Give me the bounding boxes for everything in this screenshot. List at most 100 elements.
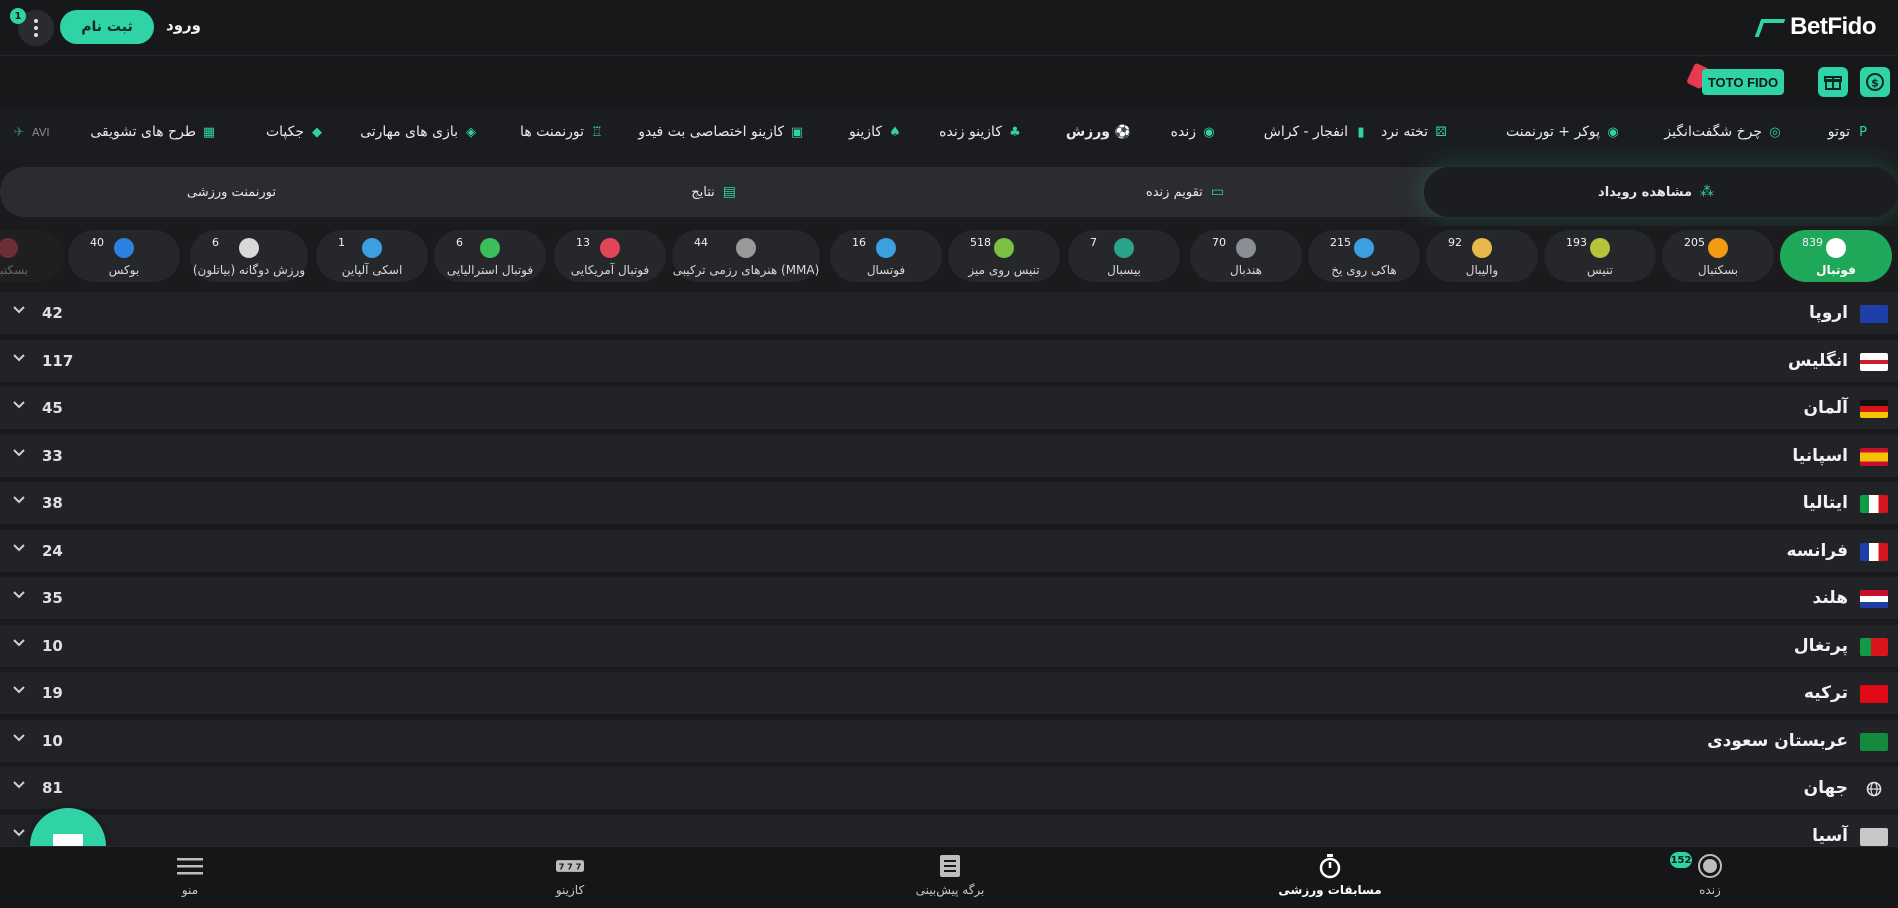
sport-count: 6 [212,236,219,249]
league-row[interactable]: هلند 35 [0,577,1898,622]
chevron-down-icon[interactable] [12,302,26,316]
nav-item-backgammon[interactable]: تخته نرد ⚄ [1381,107,1448,157]
nav-item-toto[interactable]: توتو P [1828,107,1870,157]
league-row[interactable]: جهان 81 [0,767,1898,812]
flag-icon [1860,590,1888,608]
sport-icon [600,238,620,258]
nav-item-label: چرخ شگفت‌انگیز [1664,124,1762,140]
bottom-nav: منو 7 7 7 کازینو برگه پیش‌بینی مسابقات و… [0,846,1898,908]
sport-chip[interactable]: بسکتبال [0,230,64,282]
live-count-badge: 152 [1670,852,1692,868]
dot-icon [34,33,38,37]
chevron-down-icon[interactable] [12,635,26,649]
league-row[interactable]: اروپا 42 [0,292,1898,337]
chevron-down-icon[interactable] [12,777,26,791]
sport-chip[interactable]: 205 بسکتبال [1662,230,1774,282]
sport-chip[interactable]: 839 فوتبال [1780,230,1892,282]
nav-item-promotions[interactable]: طرح های تشویقی ▦ [90,107,216,157]
nav-item-skill-games[interactable]: بازی های مهارتی ◈ [360,107,478,157]
tab-results[interactable]: نتایج ▤ [691,167,736,217]
league-row[interactable]: آلمان 45 [0,387,1898,432]
sport-chip[interactable]: 92 والیبال [1426,230,1538,282]
chevron-down-icon[interactable] [12,397,26,411]
sport-chip[interactable]: 16 فوتسال [830,230,942,282]
sport-chip[interactable]: 70 هندبال [1190,230,1302,282]
wheel-icon: ◎ [1769,124,1781,140]
bottom-nav-sports[interactable]: مسابقات ورزشی [1270,853,1390,905]
chevron-down-icon[interactable] [12,350,26,364]
nav-item-tournaments[interactable]: تورنمنت ها ♖ [520,107,604,157]
brand-name: BetFido [1790,13,1876,40]
nav-item-sport[interactable]: ورزش ⚽ [1066,107,1131,157]
league-row[interactable]: ترکیه 19 [0,672,1898,717]
league-name: فرانسه [1786,540,1848,561]
nav-item-poker[interactable]: پوکر + تورنمنت ◉ [1506,107,1620,157]
tab-label: تورنمنت ورزشی [186,184,276,200]
nav-item-casino[interactable]: کازینو ♠ [849,107,902,157]
tab-live-calendar[interactable]: تقویم زنده ▭ [1146,167,1224,217]
sport-chip[interactable]: 6 فوتبال استرالیایی [434,230,546,282]
league-row[interactable]: عربستان سعودی 10 [0,719,1898,765]
register-button[interactable]: ثبت نام [60,10,154,44]
nav-item-label: زنده [1170,124,1196,140]
gift-button[interactable] [1818,67,1848,97]
league-count: 81 [42,779,63,797]
chevron-down-icon[interactable] [12,825,26,839]
sport-chip[interactable]: 7 بیسبال [1068,230,1180,282]
brand-logo[interactable]: BetFido [1756,12,1876,42]
sport-label: هاکی روی یخ [1331,263,1397,277]
bottom-nav-menu[interactable]: منو [130,853,250,905]
nav-item-wheel[interactable]: چرخ شگفت‌انگیز ◎ [1664,107,1782,157]
sport-chip[interactable]: 40 بوکس [68,230,180,282]
nav-item-live[interactable]: زنده ◉ [1171,107,1216,157]
league-row[interactable]: فرانسه 24 [0,529,1898,575]
chevron-down-icon[interactable] [12,540,26,554]
league-row[interactable]: انگلیس 117 [0,339,1898,385]
trophy-icon: ♖ [591,124,603,140]
nav-item-label: انفجار - کراش [1263,124,1348,140]
sport-chip[interactable]: 13 فوتبال آمریکایی [554,230,666,282]
chevron-down-icon[interactable] [12,492,26,506]
tab-label: تقویم زنده [1145,184,1203,200]
chevron-down-icon[interactable] [12,730,26,744]
sport-icon [1236,238,1256,258]
sport-chip[interactable]: 518 تنیس روی میز [948,230,1060,282]
deposit-button[interactable]: $ [1860,67,1890,97]
bottom-nav-casino[interactable]: 7 7 7 کازینو [510,853,630,905]
sport-label: بسکتبال [0,263,29,277]
chevron-down-icon[interactable] [12,682,26,696]
sport-count: 193 [1566,236,1587,249]
sport-chip[interactable]: 44 هنرهای رزمی ترکیبی (MMA) [672,230,820,282]
bottom-nav-betslip[interactable]: برگه پیش‌بینی [890,853,1010,905]
sport-chip[interactable]: 193 تنیس [1544,230,1656,282]
nav-item-exclusive-casino[interactable]: کازینو اختصاصی بت فیدو ▣ [638,107,804,157]
nav-item-avi[interactable]: ✈ AVI [12,107,50,157]
sport-icon [1590,238,1610,258]
tab-sport-tournament[interactable]: تورنمنت ورزشی [187,167,276,217]
diamond-icon: ◆ [312,124,322,140]
nav-item-jackpot[interactable]: جکپات ◆ [266,107,324,157]
sport-chip[interactable]: 1 اسکی آلپاین [316,230,428,282]
sport-chip[interactable]: 215 هاکی روی یخ [1308,230,1420,282]
league-row[interactable]: پرتغال 10 [0,624,1898,670]
login-button[interactable]: ورود [166,16,201,38]
bottom-nav-live[interactable]: زنده [1650,853,1770,905]
league-row[interactable]: اسپانیا 33 [0,434,1898,480]
flag-icon [1860,827,1888,846]
chevron-down-icon[interactable] [12,445,26,459]
nav-item-label: تخته نرد [1381,124,1428,140]
toto-fido-button[interactable]: TOTO FIDO [1702,69,1784,95]
sport-chip[interactable]: 6 ورزش دوگانه (بیاتلون) [190,230,308,282]
league-row[interactable]: ایتالیا 38 [0,482,1898,527]
skill-game-icon: ◈ [466,124,476,140]
sport-icon [1708,238,1728,258]
sport-icon [1114,238,1134,258]
nav-item-live-casino[interactable]: کازینو زنده ♣ [939,107,1022,157]
event-tabs: مشاهده رویداد ⁂ تقویم زنده ▭ نتایج ▤ تور… [0,167,1898,217]
dot-icon [34,19,38,23]
flag-icon [1860,400,1888,418]
flag-icon [1860,637,1888,656]
nav-item-crash[interactable]: انفجار - کراش ▮ [1264,107,1368,157]
chevron-down-icon[interactable] [12,587,26,601]
tab-view-events[interactable]: مشاهده رویداد ⁂ [1598,167,1714,217]
